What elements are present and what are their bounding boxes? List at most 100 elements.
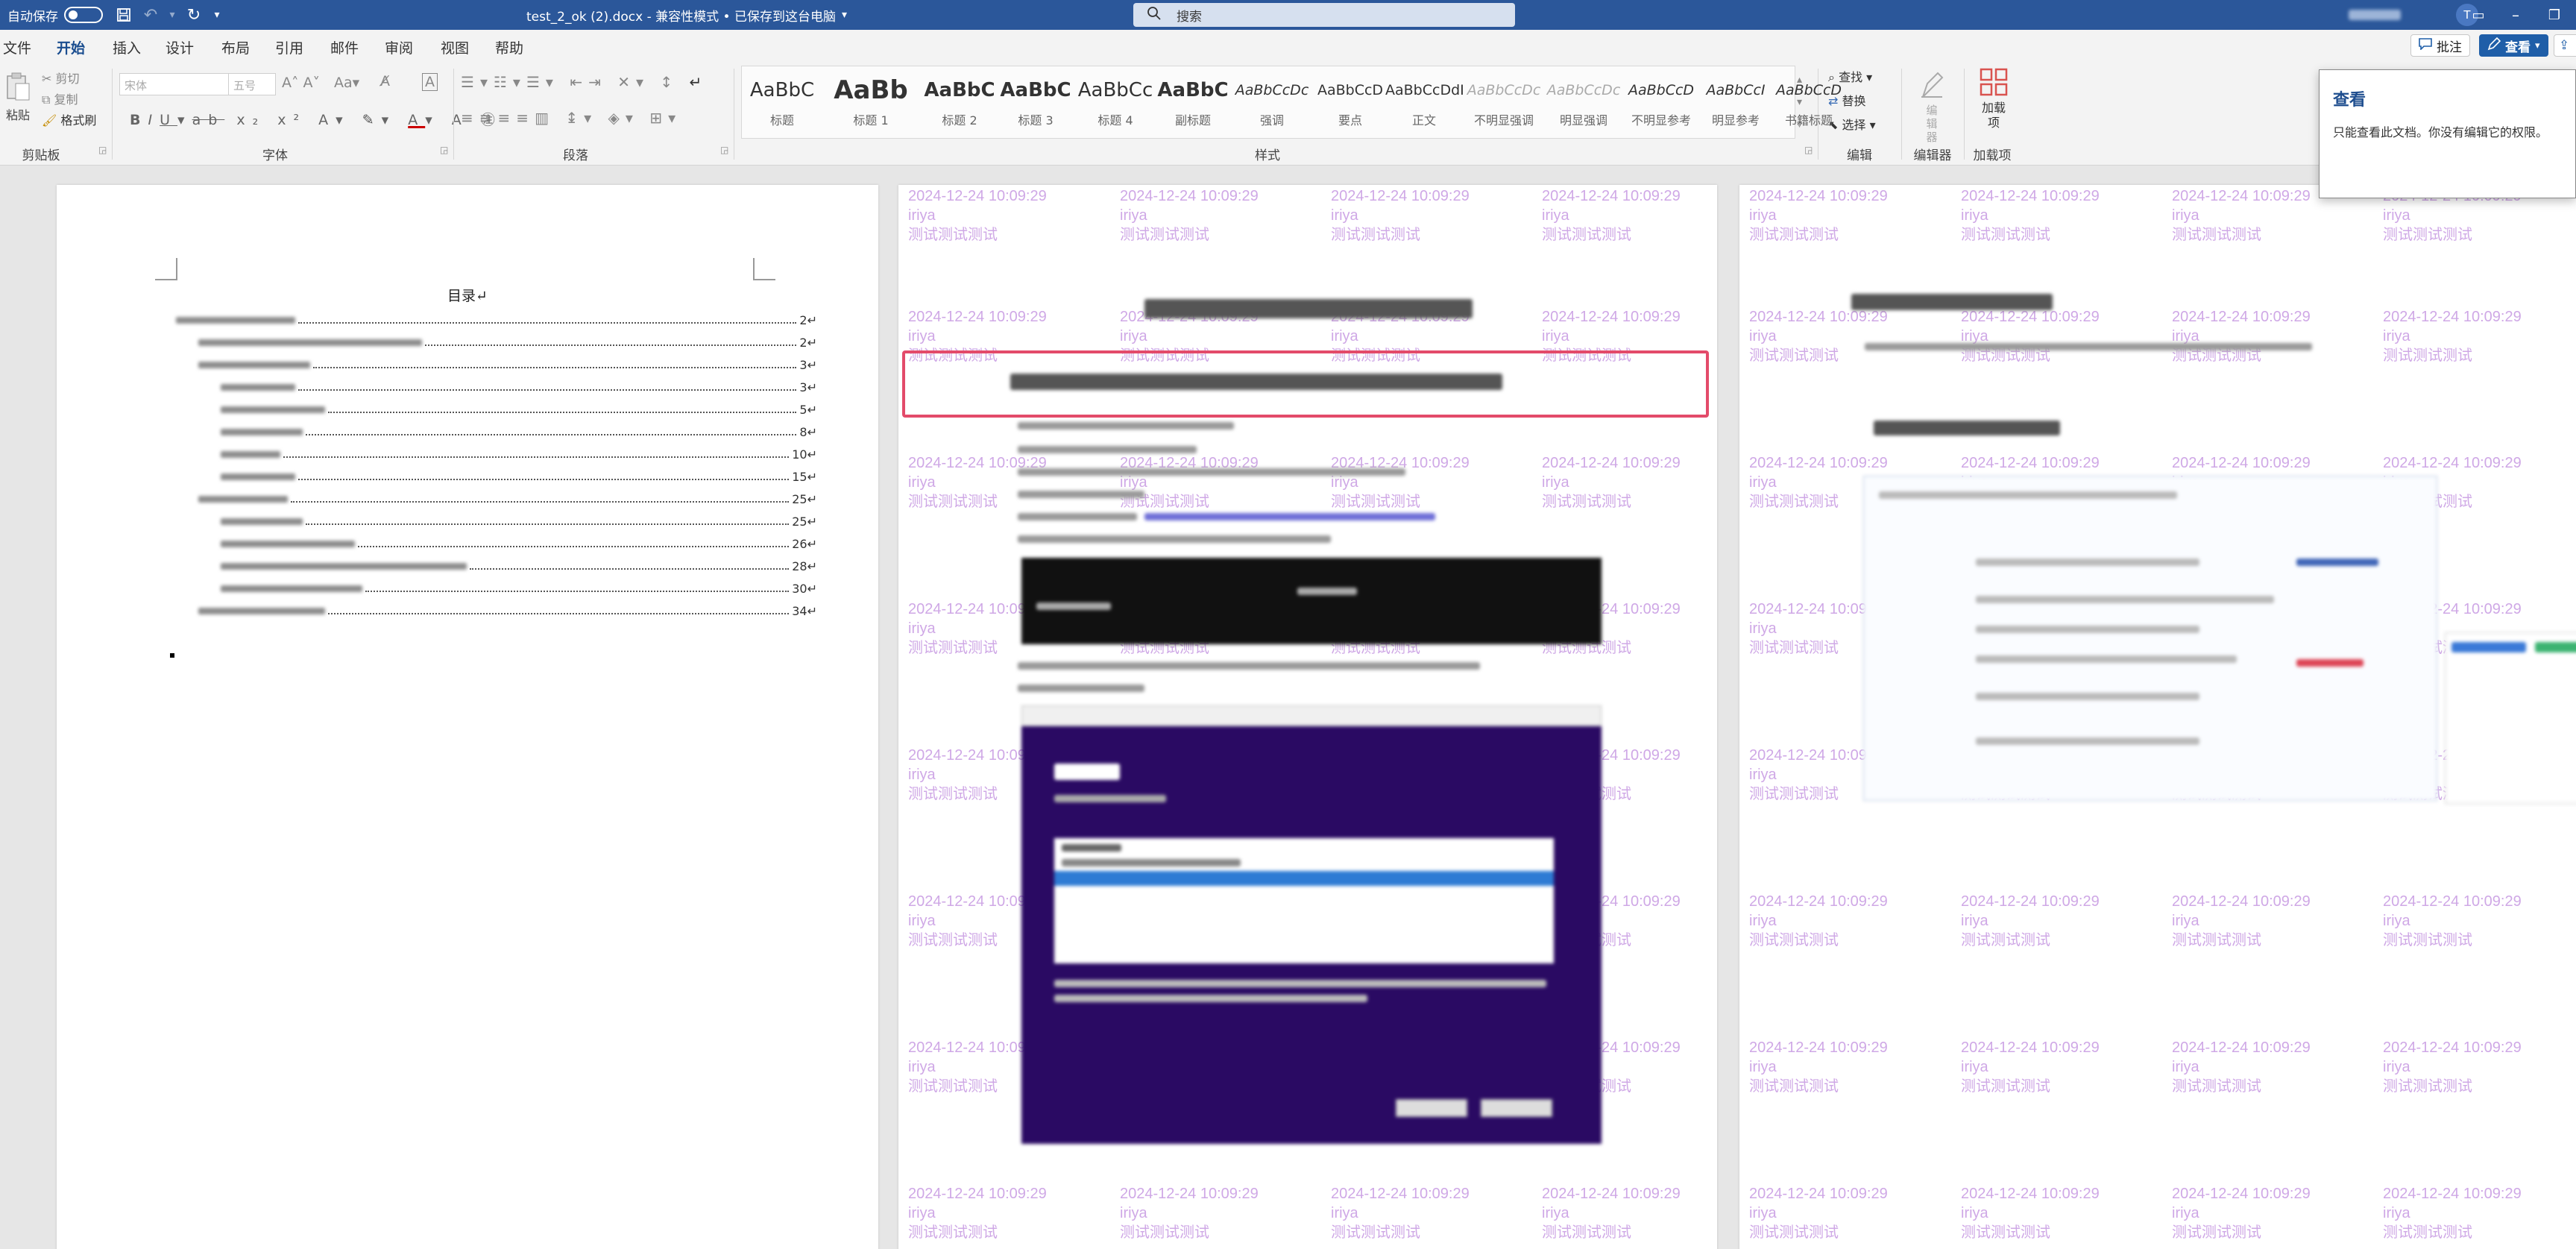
back-button-blurred[interactable]	[1396, 1099, 1467, 1117]
shading-icon[interactable]: ◈	[608, 109, 626, 127]
tab-insert[interactable]: 插入	[113, 37, 141, 57]
style-3[interactable]: AaBbC 标题 2	[922, 72, 998, 137]
numbering-icon[interactable]: ☷	[494, 73, 513, 91]
style-1[interactable]: AaBbC 标题	[744, 72, 820, 137]
restore-icon[interactable]: ❐	[2535, 7, 2574, 23]
decrease-indent-icon[interactable]: ⇤	[570, 73, 588, 91]
document-title[interactable]: test_2_ok (2).docx - 兼容性模式 • 已保存到这台电脑 ▾	[526, 0, 847, 30]
align-center-icon[interactable]: ≡	[479, 109, 498, 127]
font-format-row[interactable]: BIU▾ab x₂ x² A▾ ✎▾ A▾ A ㊟	[130, 109, 503, 129]
style-4[interactable]: AaBbC 标题 3	[998, 72, 1074, 137]
os-version-list[interactable]	[1054, 838, 1554, 963]
underline-icon[interactable]: U	[160, 112, 177, 128]
list-item-selected[interactable]	[1054, 871, 1554, 886]
toc-entry[interactable]: 15↵	[221, 468, 817, 485]
char-border-icon[interactable]: A	[422, 73, 438, 91]
paste-button[interactable]: 粘贴	[4, 72, 31, 123]
undo-icon[interactable]: ↶	[137, 6, 164, 25]
toc-entry[interactable]: 2↵	[176, 312, 817, 328]
toc-entry[interactable]: 34↵	[198, 603, 817, 619]
ribbon-display-icon[interactable]: ▭	[2460, 7, 2496, 23]
align-right-icon[interactable]: ≡	[498, 109, 517, 127]
show-marks-icon[interactable]: ↵	[690, 73, 708, 91]
list-buttons-row[interactable]: ☰▾☷▾☰▾ ⇤⇥ ✕▾ ↕ ↵	[461, 73, 708, 91]
toc-entry[interactable]: 25↵	[221, 513, 817, 529]
toc-entry[interactable]: 2↵	[198, 334, 817, 350]
style-14[interactable]: AaBbCcD 书籍标题	[1772, 72, 1846, 137]
distributed-icon[interactable]: ▥	[535, 109, 555, 127]
minimize-icon[interactable]: –	[2496, 6, 2535, 24]
toc-entry[interactable]: 10↵	[221, 446, 817, 462]
style-13[interactable]: AaBbCcI 明显参考	[1700, 72, 1772, 137]
dialog-launcher-icon[interactable]: ◲	[440, 145, 448, 155]
chinese-layout-icon[interactable]: ✕	[617, 73, 636, 91]
style-9[interactable]: AaBbCcDdI 正文	[1385, 72, 1463, 137]
change-case-icon[interactable]: Aa▾	[334, 75, 359, 91]
save-icon[interactable]	[110, 7, 137, 22]
account-area[interactable]: T	[2349, 0, 2478, 30]
tab-home[interactable]: 开始	[57, 37, 86, 64]
toc-entry[interactable]: 3↵	[198, 356, 817, 373]
toc-entry[interactable]: 8↵	[221, 424, 817, 440]
toc-entry[interactable]: 26↵	[221, 535, 817, 552]
justify-icon[interactable]: ≡	[516, 109, 535, 127]
style-10[interactable]: AaBbCcDc 不明显强调	[1463, 72, 1545, 137]
align-buttons-row[interactable]: ≡≡≡≡▥ ↨▾ ◈▾ ⊞▾	[461, 109, 681, 127]
dialog-launcher-icon[interactable]: ◲	[1804, 145, 1813, 155]
tab-design[interactable]: 设计	[166, 37, 194, 57]
toc-entry[interactable]: 3↵	[221, 379, 817, 395]
toc-entry[interactable]: 30↵	[221, 580, 817, 597]
copy-button[interactable]: ⧉ 复制	[42, 89, 78, 107]
dialog-launcher-icon[interactable]: ◲	[720, 145, 728, 155]
style-6[interactable]: AaBbC 副标题	[1157, 72, 1229, 137]
style-2[interactable]: AaBb 标题 1	[820, 72, 922, 137]
highlight-icon[interactable]: ✎	[362, 112, 382, 128]
clear-format-icon[interactable]: A̸	[380, 73, 390, 89]
tab-references[interactable]: 引用	[275, 37, 303, 57]
italic-icon[interactable]: I	[148, 112, 160, 128]
style-11[interactable]: AaBbCcDc 明显强调	[1545, 72, 1622, 137]
tab-review[interactable]: 审阅	[385, 37, 413, 57]
tab-view[interactable]: 视图	[441, 37, 469, 57]
cut-button[interactable]: ✂ 剪切	[42, 69, 80, 86]
grow-font-icon[interactable]: A˄ A˅	[282, 75, 320, 91]
format-painter-button[interactable]: 🖌 格式刷	[42, 110, 96, 128]
multilevel-list-icon[interactable]: ☰	[526, 73, 546, 91]
autosave-group[interactable]: 自动保存	[7, 0, 103, 30]
autosave-toggle[interactable]	[64, 7, 103, 23]
bullets-icon[interactable]: ☰	[461, 73, 480, 91]
toc-entry[interactable]: 28↵	[221, 558, 817, 574]
align-left-icon[interactable]: ≡	[461, 109, 479, 127]
editor-button[interactable]: 编辑器	[1912, 67, 1952, 144]
next-button-blurred[interactable]	[1481, 1099, 1552, 1117]
bold-icon[interactable]: B	[130, 112, 148, 128]
tab-mailings[interactable]: 邮件	[330, 37, 359, 57]
dialog-launcher-icon[interactable]: ◲	[98, 145, 107, 155]
text-effects-icon[interactable]: A	[318, 112, 336, 128]
toc-entry[interactable]: 5↵	[221, 401, 817, 418]
view-mode-button[interactable]: 查看 ▾	[2479, 34, 2548, 57]
style-12[interactable]: AaBbCcD 不明显参考	[1622, 72, 1700, 137]
customize-qat-icon[interactable]: ▾	[207, 9, 227, 21]
undo-dropdown-icon[interactable]: ▾	[164, 9, 180, 21]
comments-button[interactable]: 批注	[2410, 34, 2470, 57]
search-box[interactable]: 搜索	[1133, 3, 1515, 27]
tab-file[interactable]: 文件	[3, 37, 31, 57]
increase-indent-icon[interactable]: ⇥	[588, 73, 607, 91]
toc-entry[interactable]: 25↵	[198, 491, 817, 507]
tab-help[interactable]: 帮助	[495, 37, 523, 57]
font-color-icon[interactable]: A	[408, 112, 425, 128]
style-7[interactable]: AaBbCcDc 强调	[1229, 72, 1315, 137]
style-5[interactable]: AaBbCc 标题 4	[1074, 72, 1157, 137]
sort-icon[interactable]: ↕	[660, 73, 678, 91]
tab-layout[interactable]: 布局	[221, 37, 250, 57]
redo-icon[interactable]: ↻	[180, 6, 207, 25]
document-area[interactable]: 目录↵ 2↵ 2↵ 3↵ 3↵ 5↵ 8↵ 10↵ 15↵ 25↵ 25↵ 26↵ 28↵ 30↵ 34↵…	[0, 166, 2576, 1249]
share-button[interactable]: ⇪	[2554, 34, 2576, 57]
font-size-select[interactable]: 五号	[228, 73, 276, 95]
borders-icon[interactable]: ⊞	[649, 109, 668, 127]
addins-button[interactable]: 加载项	[1973, 67, 2015, 130]
line-spacing-icon[interactable]: ↨	[565, 109, 584, 127]
strikethrough-icon[interactable]: ab	[192, 112, 225, 128]
style-8[interactable]: AaBbCcD 要点	[1315, 72, 1385, 137]
